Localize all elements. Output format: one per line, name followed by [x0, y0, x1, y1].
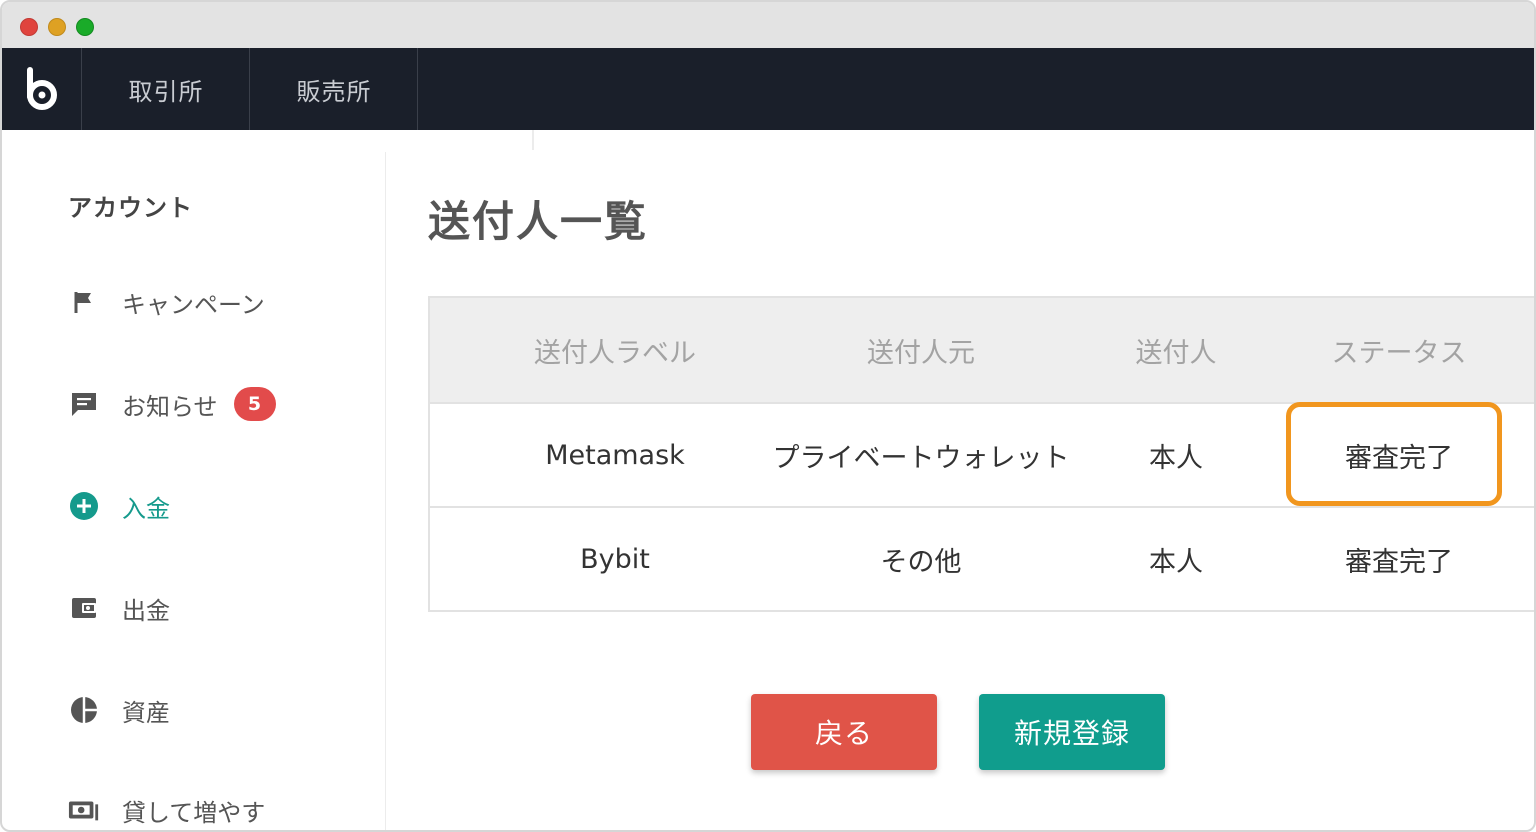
column-header-status: ステータス	[1331, 337, 1467, 369]
money-icon	[68, 794, 100, 826]
table-header-row: 送付人ラベル 送付人元 送付人 ステータス	[430, 298, 1534, 404]
sidebar-item-label: 出金	[122, 596, 170, 625]
column-header-label: 送付人ラベル	[534, 337, 696, 369]
wallet-icon	[68, 592, 100, 624]
top-navbar: 取引所 販売所	[2, 48, 1534, 130]
sidebar-item-campaign[interactable]: キャンペーン	[68, 282, 265, 322]
sidebar-item-label: 資産	[122, 698, 170, 727]
sidebar-item-withdraw[interactable]: 出金	[68, 588, 170, 628]
maximize-window-button[interactable]	[76, 18, 94, 36]
divider	[532, 130, 534, 150]
sidebar-item-assets[interactable]: 資産	[68, 690, 170, 730]
main-content: 送付人一覧 送付人ラベル 送付人元 送付人 ステータス Metamask プライ…	[386, 152, 1534, 830]
table-row[interactable]: Bybit その他 本人 審査完了	[430, 508, 1534, 612]
new-registration-button[interactable]: 新規登録	[979, 694, 1165, 770]
sidebar-item-label: お知らせ	[122, 392, 218, 421]
status-highlight-box	[1286, 402, 1502, 506]
close-window-button[interactable]	[20, 18, 38, 36]
sidebar-item-label: 貸して増やす	[122, 798, 266, 827]
cell-label: Metamask	[545, 439, 685, 471]
sidebar: アカウント キャンペーン お知らせ 5 入金 出金 資産 貸して増やす	[2, 152, 386, 830]
sidebar-item-deposit[interactable]: 入金	[68, 486, 170, 526]
logo[interactable]	[2, 48, 82, 130]
back-button[interactable]: 戻る	[751, 694, 937, 770]
cell-sender: 本人	[1149, 442, 1203, 474]
notification-badge: 5	[233, 387, 276, 421]
plus-circle-icon	[68, 490, 100, 522]
bitbank-logo-icon	[26, 67, 57, 110]
flag-icon	[68, 286, 100, 318]
browser-window: 取引所 販売所 アカウント キャンペーン お知らせ 5 入金 出金 資産 貸して…	[0, 0, 1536, 832]
cell-source: その他	[880, 546, 962, 578]
column-header-sender: 送付人	[1135, 337, 1217, 369]
cell-status: 審査完了	[1345, 546, 1453, 578]
cell-sender: 本人	[1149, 546, 1203, 578]
cell-source: プライベートウォレット	[772, 442, 1070, 474]
pie-chart-icon	[68, 694, 100, 726]
nav-tab-store[interactable]: 販売所	[251, 48, 418, 130]
cell-label: Bybit	[580, 543, 650, 575]
column-header-source: 送付人元	[867, 337, 975, 369]
sidebar-item-label: 入金	[122, 494, 170, 523]
nav-tab-exchange[interactable]: 取引所	[83, 48, 250, 130]
page-title: 送付人一覧	[428, 197, 649, 246]
sidebar-item-news[interactable]: お知らせ 5	[68, 384, 276, 424]
sidebar-item-label: キャンペーン	[122, 290, 265, 319]
minimize-window-button[interactable]	[48, 18, 66, 36]
sidebar-item-lending[interactable]: 貸して増やす	[68, 790, 265, 830]
window-titlebar	[2, 2, 1534, 48]
sidebar-heading: アカウント	[68, 194, 193, 222]
message-icon	[68, 388, 100, 420]
